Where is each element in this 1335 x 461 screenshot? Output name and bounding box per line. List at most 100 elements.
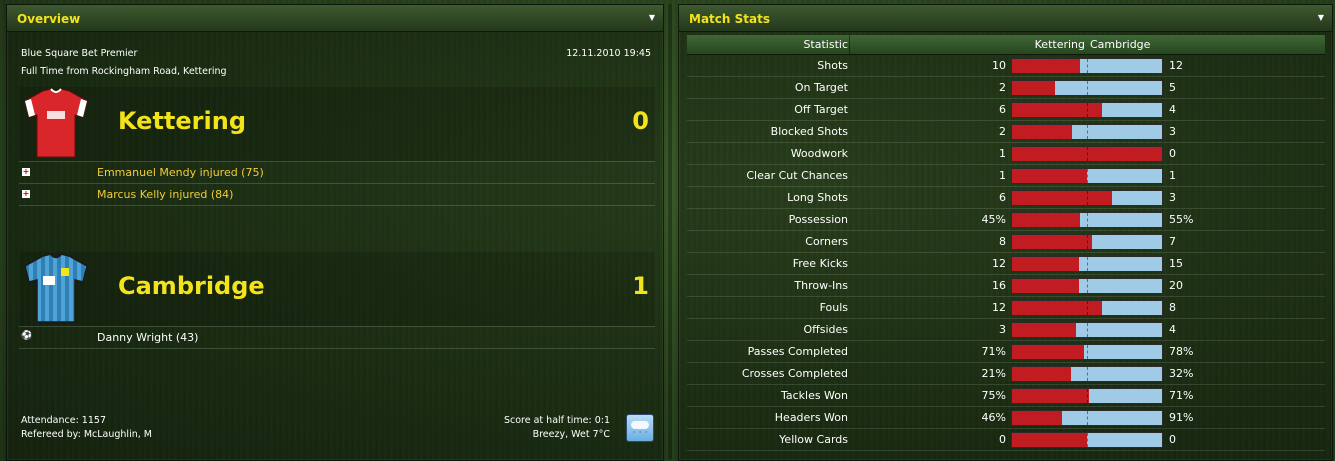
overview-panel: Overview ▼ Blue Square Bet Premier 12.11… <box>6 4 664 461</box>
stat-row[interactable]: Tackles Won 75% 71% <box>687 385 1325 407</box>
home-stat-value: 1 <box>999 169 1006 182</box>
stat-comparison-bar <box>1011 212 1163 228</box>
stat-label: Shots <box>817 59 848 72</box>
stat-row[interactable]: Free Kicks 12 15 <box>687 253 1325 275</box>
away-stat-value: 15 <box>1169 257 1183 270</box>
bar-midline <box>1087 389 1088 403</box>
stat-comparison-bar <box>1011 80 1163 96</box>
rain-cloud-icon: ' ' ' <box>626 414 654 442</box>
away-team-name[interactable]: Cambridge <box>118 272 265 300</box>
column-away[interactable]: Cambridge <box>1090 35 1150 54</box>
stat-comparison-bar <box>1011 344 1163 360</box>
stat-row[interactable]: Crosses Completed 21% 32% <box>687 363 1325 385</box>
home-share-fill <box>1012 125 1072 139</box>
match-datetime: 12.11.2010 19:45 <box>566 48 651 59</box>
stat-row[interactable]: Clear Cut Chances 1 1 <box>687 165 1325 187</box>
divider <box>19 183 655 184</box>
stat-row[interactable]: Offsides 3 4 <box>687 319 1325 341</box>
home-share-fill <box>1012 169 1087 183</box>
home-share-fill <box>1012 367 1071 381</box>
home-share-fill <box>1012 389 1089 403</box>
stat-row[interactable]: Off Target 6 4 <box>687 99 1325 121</box>
divider <box>19 326 655 327</box>
panel-menu-arrow-icon[interactable]: ▼ <box>1318 5 1324 31</box>
stat-comparison-bar <box>1011 278 1163 294</box>
bar-midline <box>1087 411 1088 425</box>
away-stat-value: 8 <box>1169 301 1176 314</box>
home-stat-value: 8 <box>999 235 1006 248</box>
bar-midline <box>1087 345 1088 359</box>
stat-label: Tackles Won <box>780 389 848 402</box>
home-kit-icon <box>24 88 88 158</box>
stat-label: Off Target <box>794 103 848 116</box>
divider <box>19 205 655 206</box>
stat-row[interactable]: On Target 2 5 <box>687 77 1325 99</box>
half-time-score: Score at half time: 0:1 <box>503 415 610 426</box>
bar-midline <box>1087 279 1088 293</box>
stat-row[interactable]: Corners 8 7 <box>687 231 1325 253</box>
weather-text: Breezy, Wet 7°C <box>532 429 610 440</box>
home-share-fill <box>1012 235 1092 249</box>
stat-comparison-bar <box>1011 322 1163 338</box>
bar-midline <box>1087 301 1088 315</box>
home-stat-value: 0 <box>999 433 1006 446</box>
overview-title: Overview <box>17 12 81 26</box>
stat-label: Passes Completed <box>747 345 848 358</box>
home-event-2[interactable]: Marcus Kelly injured (84) <box>97 188 233 201</box>
stat-row[interactable]: Fouls 12 8 <box>687 297 1325 319</box>
away-stat-value: 3 <box>1169 125 1176 138</box>
home-share-fill <box>1012 345 1084 359</box>
stat-row[interactable]: Headers Won 46% 91% <box>687 407 1325 429</box>
stat-label: Long Shots <box>787 191 848 204</box>
away-event-1[interactable]: Danny Wright (43) <box>97 331 198 344</box>
home-share-fill <box>1012 213 1080 227</box>
stat-row[interactable]: Blocked Shots 2 3 <box>687 121 1325 143</box>
column-home[interactable]: Kettering <box>1035 35 1085 54</box>
away-team-band <box>19 252 655 326</box>
bar-midline <box>1087 147 1088 161</box>
stat-row[interactable]: Passes Completed 71% 78% <box>687 341 1325 363</box>
home-stat-value: 6 <box>999 191 1006 204</box>
home-team-band <box>19 87 655 161</box>
attendance: Attendance: 1157 <box>21 415 106 426</box>
home-stat-value: 1 <box>999 147 1006 160</box>
home-event-1[interactable]: Emmanuel Mendy injured (75) <box>97 166 264 179</box>
away-stat-value: 91% <box>1169 411 1194 424</box>
stat-row[interactable]: Yellow Cards 0 0 <box>687 429 1325 451</box>
stat-row[interactable]: Possession 45% 55% <box>687 209 1325 231</box>
stat-label: Blocked Shots <box>770 125 848 138</box>
home-stat-value: 12 <box>992 257 1006 270</box>
bar-midline <box>1087 103 1088 117</box>
stat-label: Clear Cut Chances <box>746 169 848 182</box>
away-stat-value: 4 <box>1169 103 1176 116</box>
away-stat-value: 0 <box>1169 147 1176 160</box>
stat-comparison-bar <box>1011 168 1163 184</box>
bar-midline <box>1087 169 1088 183</box>
referee: Refereed by: McLaughlin, M <box>21 429 152 440</box>
away-stat-value: 32% <box>1169 367 1194 380</box>
stat-row[interactable]: Throw-Ins 16 20 <box>687 275 1325 297</box>
panel-menu-arrow-icon[interactable]: ▼ <box>649 5 655 31</box>
home-team-name[interactable]: Kettering <box>118 107 246 135</box>
stat-label: Fouls <box>819 301 848 314</box>
stat-row[interactable]: Woodwork 1 0 <box>687 143 1325 165</box>
stat-row[interactable]: Long Shots 6 3 <box>687 187 1325 209</box>
home-share-fill <box>1012 279 1079 293</box>
away-stat-value: 78% <box>1169 345 1194 358</box>
divider <box>19 348 655 349</box>
column-divider <box>849 35 850 54</box>
away-stat-value: 4 <box>1169 323 1176 336</box>
home-stat-value: 75% <box>981 389 1006 402</box>
ball-icon: ⚽ <box>21 331 33 341</box>
overview-header: Overview ▼ <box>7 5 663 32</box>
home-share-fill <box>1012 433 1087 447</box>
column-statistic[interactable]: Statistic <box>803 35 848 54</box>
stat-row[interactable]: Shots 10 12 <box>687 55 1325 77</box>
away-stat-value: 1 <box>1169 169 1176 182</box>
home-stat-value: 2 <box>999 81 1006 94</box>
home-score: 0 <box>632 107 649 135</box>
stat-label: Woodwork <box>790 147 848 160</box>
stat-comparison-bar <box>1011 432 1163 448</box>
away-stat-value: 7 <box>1169 235 1176 248</box>
panel-splitter[interactable] <box>668 4 672 459</box>
